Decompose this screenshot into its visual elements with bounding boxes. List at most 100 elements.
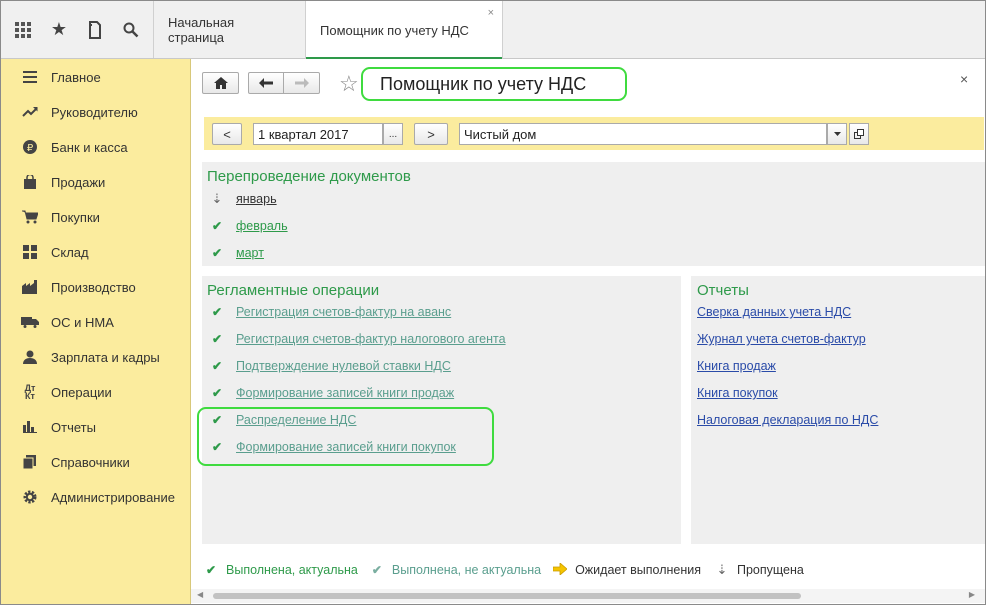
sidebar-item-payroll[interactable]: Зарплата и кадры bbox=[1, 342, 190, 372]
home-button[interactable] bbox=[202, 72, 239, 94]
check-icon: ✔ bbox=[211, 386, 223, 400]
sidebar-item-production[interactable]: Производство bbox=[1, 272, 190, 302]
search-icon[interactable] bbox=[113, 1, 149, 58]
report-link[interactable]: Сверка данных учета НДС bbox=[697, 305, 851, 319]
sidebar-item-admin[interactable]: Администрирование bbox=[1, 482, 190, 512]
legend-done-not-actual: Выполнена, не актуальна bbox=[391, 563, 542, 577]
close-form-icon[interactable]: × bbox=[960, 71, 968, 87]
report-link[interactable]: Налоговая декларация по НДС bbox=[697, 413, 878, 427]
check-icon: ✔ bbox=[211, 246, 223, 260]
highlight-outline bbox=[197, 407, 494, 466]
check-icon: ✔ bbox=[211, 219, 223, 233]
sidebar-item-sales[interactable]: Продажи bbox=[1, 167, 190, 197]
sidebar-item-label: Операции bbox=[51, 384, 112, 400]
books-icon bbox=[21, 455, 39, 469]
back-button[interactable] bbox=[248, 72, 284, 94]
operation-link[interactable]: Формирование записей книги продаж bbox=[236, 386, 454, 400]
list-item: Сверка данных учета НДС bbox=[697, 302, 851, 322]
scroll-left-icon[interactable]: ◀ bbox=[197, 590, 203, 599]
list-item: ✔ февраль bbox=[210, 216, 288, 236]
organization-dropdown-button[interactable] bbox=[827, 123, 847, 145]
list-item: Журнал учета счетов-фактур bbox=[697, 329, 866, 349]
legend-done-actual: Выполнена, актуальна bbox=[226, 563, 358, 577]
operation-link[interactable]: Регистрация счетов-фактур на аванс bbox=[236, 305, 451, 319]
check-icon: ✔ bbox=[211, 359, 223, 373]
sidebar-item-operations[interactable]: Дт Кт Операции bbox=[1, 377, 190, 407]
sidebar-item-bank[interactable]: ₽ Банк и касса bbox=[1, 132, 190, 162]
factory-icon bbox=[21, 280, 39, 294]
sidebar-item-manager[interactable]: Руководителю bbox=[1, 97, 190, 127]
page-title: Помощник по учету НДС bbox=[361, 67, 627, 101]
tab-vat-assistant[interactable]: Помощник по учету НДС × bbox=[305, 1, 503, 59]
report-link[interactable]: Книга продаж bbox=[697, 359, 776, 373]
sidebar: Главное Руководителю ₽ Банк и касса Прод… bbox=[1, 59, 191, 604]
app-window: ★ Начальная страница Помощник по учету Н… bbox=[0, 0, 986, 605]
list-item: Книга продаж bbox=[697, 356, 776, 376]
sidebar-item-assets[interactable]: ОС и НМА bbox=[1, 307, 190, 337]
period-select-button[interactable]: ... bbox=[383, 123, 403, 145]
next-period-button[interactable]: > bbox=[414, 123, 448, 145]
period-field[interactable]: 1 квартал 2017 bbox=[253, 123, 383, 145]
month-link-february[interactable]: февраль bbox=[236, 219, 288, 233]
list-item: Налоговая декларация по НДС bbox=[697, 410, 878, 430]
history-icon[interactable] bbox=[77, 1, 113, 58]
sidebar-item-main[interactable]: Главное bbox=[1, 62, 190, 92]
sidebar-item-label: Продажи bbox=[51, 174, 106, 190]
top-bar: ★ Начальная страница Помощник по учету Н… bbox=[1, 1, 985, 59]
scroll-right-icon[interactable]: ▶ bbox=[969, 590, 975, 599]
operations-title: Регламентные операции bbox=[207, 282, 380, 299]
sidebar-item-label: Склад bbox=[51, 244, 89, 260]
gear-icon bbox=[21, 490, 39, 504]
barchart-icon bbox=[21, 421, 39, 433]
sidebar-item-reports[interactable]: Отчеты bbox=[1, 412, 190, 442]
grid-icon bbox=[21, 245, 39, 259]
favorites-star-icon[interactable]: ★ bbox=[41, 1, 77, 58]
chevron-down-icon bbox=[833, 132, 841, 136]
check-icon: ✔ bbox=[205, 563, 217, 577]
report-link[interactable]: Книга покупок bbox=[697, 386, 778, 400]
horizontal-scrollbar[interactable]: ◀ ▶ bbox=[191, 589, 985, 603]
favorite-star-icon[interactable]: ☆ bbox=[339, 71, 359, 97]
list-item: ✔ Регистрация счетов-фактур на аванс bbox=[210, 302, 451, 322]
skipped-arrow-icon: ⇣ bbox=[211, 191, 223, 206]
forward-button[interactable] bbox=[284, 72, 320, 94]
prev-period-button[interactable]: < bbox=[212, 123, 242, 145]
apps-grid-icon[interactable] bbox=[5, 1, 41, 58]
list-item: ✔ март bbox=[210, 243, 264, 263]
tab-home[interactable]: Начальная страница bbox=[153, 1, 305, 58]
cart-icon bbox=[21, 210, 39, 224]
month-link-march[interactable]: март bbox=[236, 246, 264, 260]
check-icon: ✔ bbox=[371, 563, 382, 577]
sidebar-item-catalogs[interactable]: Справочники bbox=[1, 447, 190, 477]
organization-field[interactable]: Чистый дом bbox=[459, 123, 827, 145]
list-item: Книга покупок bbox=[697, 383, 778, 403]
sidebar-item-warehouse[interactable]: Склад bbox=[1, 237, 190, 267]
legend-skipped: Пропущена bbox=[737, 563, 804, 577]
sidebar-item-purchases[interactable]: Покупки bbox=[1, 202, 190, 232]
check-icon: ✔ bbox=[211, 332, 223, 346]
report-link[interactable]: Журнал учета счетов-фактур bbox=[697, 332, 866, 346]
menu-icon bbox=[21, 71, 39, 83]
scroll-thumb[interactable] bbox=[213, 593, 801, 599]
sidebar-item-label: Банк и касса bbox=[51, 139, 128, 155]
tab-home-label: Начальная страница bbox=[168, 14, 235, 45]
list-item: ✔ Регистрация счетов-фактур налогового а… bbox=[210, 329, 506, 349]
sidebar-item-label: Покупки bbox=[51, 209, 100, 225]
list-item: ✔ Формирование записей книги продаж bbox=[210, 383, 454, 403]
tab-close-icon[interactable]: × bbox=[488, 7, 494, 19]
sidebar-item-label: Руководителю bbox=[51, 104, 138, 120]
operation-link[interactable]: Подтверждение нулевой ставки НДС bbox=[236, 359, 451, 373]
sidebar-item-label: Зарплата и кадры bbox=[51, 349, 160, 365]
reports-panel: Отчеты Сверка данных учета НДС Журнал уч… bbox=[691, 276, 985, 544]
check-icon: ✔ bbox=[211, 305, 223, 319]
organization-open-button[interactable] bbox=[849, 123, 869, 145]
operation-link[interactable]: Регистрация счетов-фактур налогового аге… bbox=[236, 332, 506, 346]
ruble-icon: ₽ bbox=[21, 140, 39, 154]
sidebar-item-label: Главное bbox=[51, 69, 101, 85]
month-link-january[interactable]: январь bbox=[236, 192, 277, 206]
period-value: 1 квартал 2017 bbox=[258, 126, 349, 142]
skipped-arrow-icon: ⇣ bbox=[716, 562, 728, 577]
organization-value: Чистый дом bbox=[464, 126, 537, 142]
home-icon bbox=[213, 77, 228, 89]
person-icon bbox=[21, 350, 39, 364]
